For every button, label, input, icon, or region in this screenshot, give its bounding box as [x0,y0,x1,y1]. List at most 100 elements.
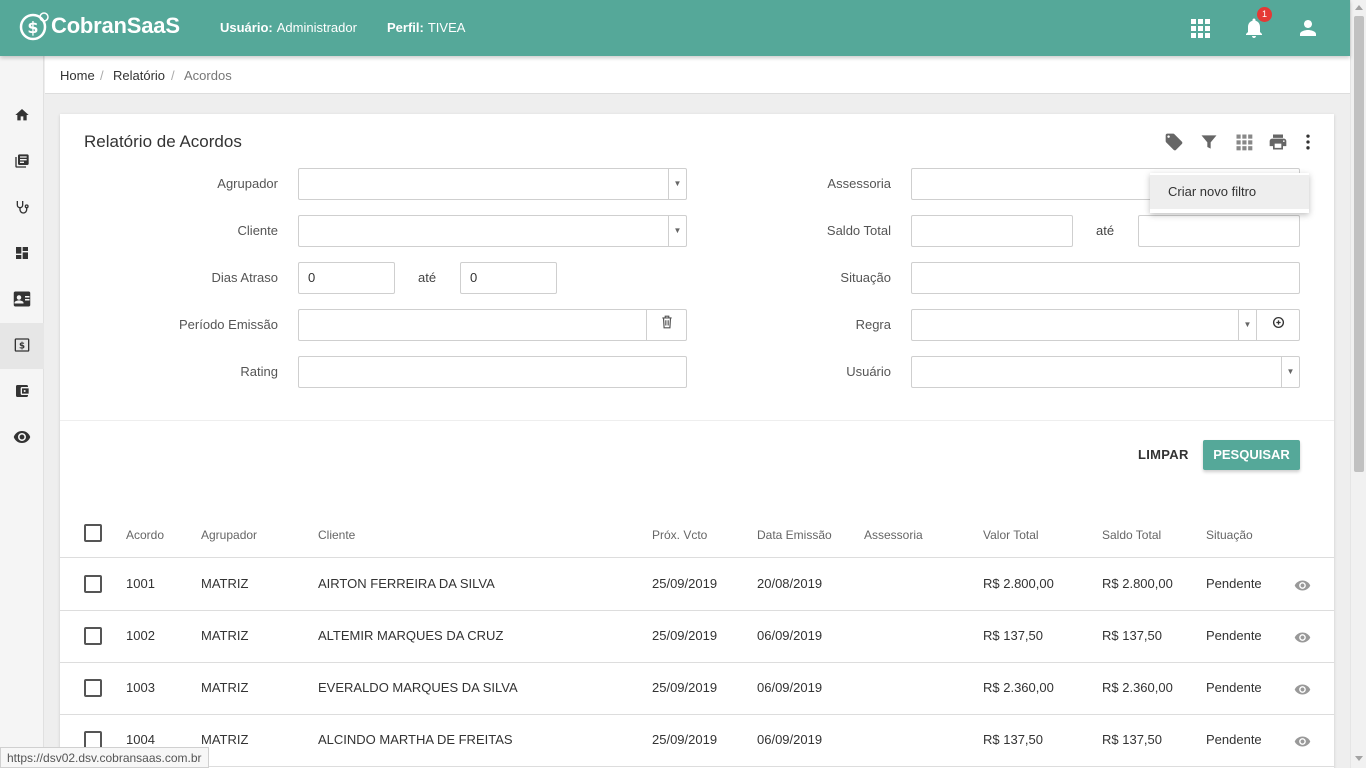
regra-select[interactable]: ▼ [911,309,1300,341]
sidebar-item-home[interactable] [0,93,44,139]
agrupador-select[interactable]: ▼ [298,168,687,200]
chevron-down-icon: ▼ [668,169,686,199]
sidebar-nav: $ [0,56,44,768]
table-row[interactable]: 1002 MATRIZ ALTEMIR MARQUES DA CRUZ 25/0… [60,611,1334,663]
sidebar-item-health[interactable] [0,185,44,231]
filter-icon[interactable] [1199,132,1219,152]
view-eye-icon[interactable] [1294,733,1311,750]
table-row[interactable]: 1003 MATRIZ EVERALDO MARQUES DA SILVA 25… [60,663,1334,715]
app-logo[interactable]: $ CobranSaaS [19,11,180,41]
breadcrumb-relatorio[interactable]: Relatório [113,68,165,83]
cell-data-emissao: 20/08/2019 [757,576,823,591]
dias-atraso-from-input[interactable]: 0 [298,262,395,294]
saldo-total-from-input[interactable] [911,215,1073,247]
column-cliente[interactable]: Cliente [318,528,355,542]
dias-atraso-to-input[interactable]: 0 [460,262,557,294]
usuario-label: Usuário [846,364,891,379]
book-icon [14,153,30,172]
sidebar-item-wallet[interactable] [0,369,44,415]
apps-grid-icon[interactable] [1188,16,1212,40]
top-app-bar: $ CobranSaaS Usuário: Administrador Perfi… [0,0,1350,56]
clear-button[interactable]: LIMPAR [1138,447,1189,462]
select-all-checkbox[interactable] [84,524,102,542]
periodo-emissao-input[interactable] [298,309,687,341]
column-situacao[interactable]: Situação [1206,528,1253,542]
breadcrumb-home[interactable]: Home [60,68,95,83]
user-account-icon[interactable] [1296,16,1320,40]
periodo-emissao-label: Período Emissão [179,317,278,332]
page-scrollbar[interactable] [1350,0,1366,768]
eye-icon [13,430,31,447]
column-valor-total[interactable]: Valor Total [983,528,1039,542]
cell-agrupador: MATRIZ [201,680,249,695]
svg-text:$: $ [19,341,25,351]
cell-situacao: Pendente [1206,732,1262,747]
cell-data-emissao: 06/09/2019 [757,680,823,695]
cell-acordo: 1002 [126,628,155,643]
cell-prox-vcto: 25/09/2019 [652,680,718,695]
row-checkbox[interactable] [84,679,102,697]
coin-logo-icon: $ [19,11,49,41]
add-rule-button[interactable] [1256,310,1299,340]
notification-badge: 1 [1257,7,1272,22]
add-circle-icon [1272,310,1285,340]
ate-label: até [418,270,437,285]
cell-saldo-total: R$ 2.800,00 [1102,576,1173,591]
cell-situacao: Pendente [1206,576,1262,591]
cell-valor-total: R$ 137,50 [983,628,1043,643]
usuario-select[interactable]: ▼ [911,356,1300,388]
sidebar-item-view[interactable] [0,415,44,461]
cell-cliente: ALCINDO MARTHA DE FREITAS [318,732,513,747]
column-prox-vcto[interactable]: Próx. Vcto [652,528,707,542]
chevron-down-icon: ▼ [1238,310,1256,340]
saldo-total-to-input[interactable] [1138,215,1300,247]
cell-acordo: 1004 [126,732,155,747]
assessoria-label: Assessoria [827,176,891,191]
cliente-label: Cliente [237,223,278,238]
menu-item-create-filter[interactable]: Criar novo filtro [1150,175,1309,209]
view-eye-icon[interactable] [1294,681,1311,698]
tag-icon[interactable] [1164,132,1184,152]
current-user: Usuário: Administrador [220,20,357,35]
scroll-down-arrow-icon[interactable] [1355,756,1363,761]
rating-input[interactable] [298,356,687,388]
row-checkbox[interactable] [84,627,102,645]
cell-situacao: Pendente [1206,680,1262,695]
column-assessoria[interactable]: Assessoria [864,528,923,542]
clear-date-button[interactable] [646,310,686,340]
more-vert-icon[interactable] [1298,132,1318,152]
cliente-select[interactable]: ▼ [298,215,687,247]
situacao-label: Situação [840,270,891,285]
sidebar-item-dashboard[interactable] [0,231,44,277]
dashboard-icon [14,245,30,264]
sidebar-item-finance[interactable]: $ [0,323,44,369]
view-eye-icon[interactable] [1294,629,1311,646]
chevron-down-icon: ▼ [1281,357,1299,387]
agrupador-label: Agrupador [217,176,278,191]
wallet-icon [14,383,30,402]
situacao-input[interactable] [911,262,1300,294]
sidebar-item-contacts[interactable] [0,277,44,323]
browser-status-url: https://dsv02.dsv.cobransaas.com.br [0,747,209,768]
table-row[interactable]: 1001 MATRIZ AIRTON FERREIRA DA SILVA 25/… [60,559,1334,611]
column-data-emissao[interactable]: Data Emissão [757,528,832,542]
breadcrumb-acordos: Acordos [184,68,232,83]
sidebar-item-catalog[interactable] [0,139,44,185]
column-acordo[interactable]: Acordo [126,528,164,542]
cell-prox-vcto: 25/09/2019 [652,628,718,643]
current-profile: Perfil: TIVEA [387,20,466,35]
scrollbar-thumb[interactable] [1354,16,1364,472]
grid-columns-icon[interactable] [1234,132,1254,152]
trash-icon [661,310,673,340]
search-button[interactable]: PESQUISAR [1203,440,1300,470]
column-agrupador[interactable]: Agrupador [201,528,257,542]
saldo-total-label: Saldo Total [826,223,891,238]
table-row[interactable]: 1004 MATRIZ ALCINDO MARTHA DE FREITAS 25… [60,715,1334,767]
cell-prox-vcto: 25/09/2019 [652,576,718,591]
row-checkbox[interactable] [84,575,102,593]
cell-cliente: AIRTON FERREIRA DA SILVA [318,576,495,591]
view-eye-icon[interactable] [1294,577,1311,594]
print-icon[interactable] [1268,132,1288,152]
column-saldo-total[interactable]: Saldo Total [1102,528,1161,542]
scroll-up-arrow-icon[interactable] [1355,5,1363,10]
